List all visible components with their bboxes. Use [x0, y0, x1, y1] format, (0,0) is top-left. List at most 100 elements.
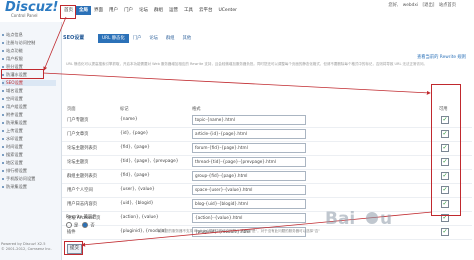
row-vars: {id}, {page} — [120, 131, 149, 136]
annotation-box-enable-column — [431, 84, 461, 216]
sidebar-item[interactable]: 空间设置 — [2, 96, 23, 102]
bullet-icon — [2, 186, 4, 188]
sidebar-item-label: 用户权限 — [6, 56, 23, 61]
rule-input[interactable]: article-{id}-{page}.html — [192, 129, 306, 139]
top-menu-users[interactable]: 用户 — [106, 6, 121, 15]
top-menu-interface[interactable]: 界面 — [91, 6, 106, 15]
top-menu-operations[interactable]: 运营 — [166, 6, 181, 15]
row-page-name: 论坛主题页 — [67, 160, 89, 165]
sidebar-item[interactable]: 站点信息 — [2, 32, 23, 38]
col-header-vars: 标记 — [120, 107, 129, 112]
sidebar-item-label: 手机版访问设置 — [6, 176, 36, 181]
table-row: 用户个人空间 {user}, {value} space-{user}-{value… — [62, 184, 472, 198]
radio-no[interactable] — [82, 222, 89, 228]
sidebar-item[interactable]: 站点功能 — [2, 48, 23, 54]
logout-link[interactable]: [退出] — [422, 3, 434, 8]
sidebar-item[interactable]: 搜索设置 — [2, 152, 23, 158]
sidebar-item[interactable]: 水印设置 — [2, 136, 23, 142]
row-vars: {uid}, {blogid} — [120, 201, 154, 206]
tab-url-static[interactable]: URL 静态化 — [98, 34, 129, 43]
sidebar-item[interactable]: 手机版访问设置 — [2, 176, 35, 182]
rule-input[interactable]: thread-{tid}-{page}-{prevpage}.html — [192, 157, 306, 167]
row-page-name: 论坛主题列表页 — [67, 146, 98, 151]
tab-forum[interactable]: 论坛 — [145, 34, 162, 43]
tips-text: URL 静态化可以提高搜索引擎抓取，开启本功能需要对 Web 服务器增加相应的 … — [66, 62, 428, 66]
row-vars: {action}, {value} — [120, 215, 159, 220]
col-header-page: 页面 — [67, 107, 76, 112]
rule-input[interactable]: blog-{uid}-{blogid}.html — [192, 199, 306, 209]
site-home-link[interactable]: 站点首页 — [439, 3, 456, 8]
top-menu-groups[interactable]: 群组 — [151, 6, 166, 15]
watermark-icon: Bai u — [325, 209, 392, 229]
tab-portal[interactable]: 门户 — [129, 34, 146, 43]
sidebar-item-label: 空间设置 — [6, 96, 23, 101]
sidebar-item[interactable]: 上传设置 — [2, 128, 23, 134]
top-menu-global[interactable]: 全局 — [76, 6, 91, 15]
row-vars: {user}, {value} — [120, 187, 155, 192]
table-row: 门户文章页 {id}, {page} article-{id}-{page}.htm… — [62, 128, 472, 142]
sidebar-item-label: 注册与访问控制 — [6, 40, 36, 45]
rule-input[interactable]: forum-{fid}-{page}.html — [192, 143, 306, 153]
bullet-icon — [2, 154, 4, 156]
sidebar-item[interactable]: 地区设置 — [2, 160, 23, 166]
row-page-name: 门户专题页 — [67, 118, 89, 123]
sidebar-footer: Powered by Discuz! X2.5 © 2001-2012, Coms… — [1, 242, 52, 252]
sidebar-item[interactable]: 排行榜设置 — [2, 168, 27, 174]
bullet-icon — [2, 130, 4, 132]
top-menu-forum[interactable]: 论坛 — [136, 6, 151, 15]
svg-text:Bai: Bai — [325, 209, 355, 229]
rule-input[interactable]: space-{user}-{value}.html — [192, 185, 306, 195]
sidebar-item-label: 站点功能 — [6, 48, 23, 53]
tab-bar: URL 静态化 门户 论坛 群组 其他 — [98, 34, 195, 43]
svg-text:u: u — [380, 209, 392, 229]
radio-yes-label: 是 — [74, 223, 79, 229]
rule-input[interactable]: {action}-{value}.html — [192, 213, 306, 223]
top-menu-ucenter[interactable]: UCenter — [216, 6, 240, 15]
top-menu-cloud[interactable]: 云平台 — [196, 6, 216, 15]
row-page-name: 群组主题列表页 — [67, 174, 98, 179]
sidebar-item[interactable]: 用户组设置 — [2, 104, 27, 110]
sidebar-item[interactable]: 附件设置 — [2, 112, 23, 118]
sidebar-item[interactable]: 域名设置 — [2, 88, 23, 94]
logo-subtitle: Control Panel — [11, 13, 38, 18]
username-link[interactable]: webdxi — [403, 3, 418, 8]
bullet-icon — [2, 82, 4, 84]
bullet-icon — [2, 58, 4, 60]
bullet-icon — [2, 178, 4, 180]
tab-groups[interactable]: 群组 — [162, 34, 179, 43]
bullet-icon — [2, 42, 4, 44]
tab-other[interactable]: 其他 — [179, 34, 196, 43]
bullet-icon — [2, 50, 4, 52]
sidebar-item-label: 水印设置 — [6, 136, 23, 141]
row-page-name: 插件 — [67, 230, 76, 235]
sidebar-item[interactable]: 用户权限 — [2, 56, 23, 62]
rule-input[interactable]: group-{fid}-{page}.html — [192, 171, 306, 181]
rule-input[interactable]: topic-{name}.html — [192, 115, 306, 125]
sidebar-item-label: 用户组设置 — [6, 104, 27, 109]
sidebar-item-label: 时间设置 — [6, 144, 23, 149]
sidebar-item[interactable]: 防采集设置 — [2, 120, 27, 126]
annotation-box-seo — [1, 69, 44, 79]
bullet-icon — [2, 122, 4, 124]
top-menu: 首页 全局 界面 用户 门户 论坛 群组 运营 工具 云平台 UCenter — [61, 6, 240, 15]
sidebar-item[interactable]: 注册与访问控制 — [2, 40, 35, 46]
radio-yes[interactable] — [66, 222, 72, 228]
sidebar-item[interactable]: SEO设置 — [2, 80, 56, 86]
discuz-logo: Discuz! Control Panel — [0, 0, 61, 18]
row-page-name: 用户日志内容页 — [67, 202, 98, 207]
bullet-icon — [2, 170, 4, 172]
sidebar-item[interactable]: 防采集设置 — [2, 184, 27, 190]
top-bar: 首页 全局 界面 用户 门户 论坛 群组 运营 工具 云平台 UCenter 您… — [61, 0, 474, 22]
sidebar-item[interactable]: 时间设置 — [2, 144, 23, 150]
sidebar-item-label: 地区设置 — [6, 160, 23, 165]
footer-line: © 2001-2012, Comsenz Inc. — [1, 247, 52, 251]
enable-checkbox[interactable]: ✓ — [441, 228, 449, 236]
top-menu-portal[interactable]: 门户 — [121, 6, 136, 15]
view-rewrite-rules-link[interactable]: 查看当前的 Rewrite 规则 — [417, 54, 466, 60]
sidebar: 站点信息 注册与访问控制 站点功能 用户权限 积分设置 防灌水设置 SEO设置 域名设置 空间设… — [0, 22, 62, 260]
bullet-icon — [2, 34, 4, 36]
top-menu-tools[interactable]: 工具 — [181, 6, 196, 15]
bullet-icon — [2, 114, 4, 116]
bullet-icon — [2, 90, 4, 92]
sidebar-item-label: 附件设置 — [6, 112, 23, 117]
